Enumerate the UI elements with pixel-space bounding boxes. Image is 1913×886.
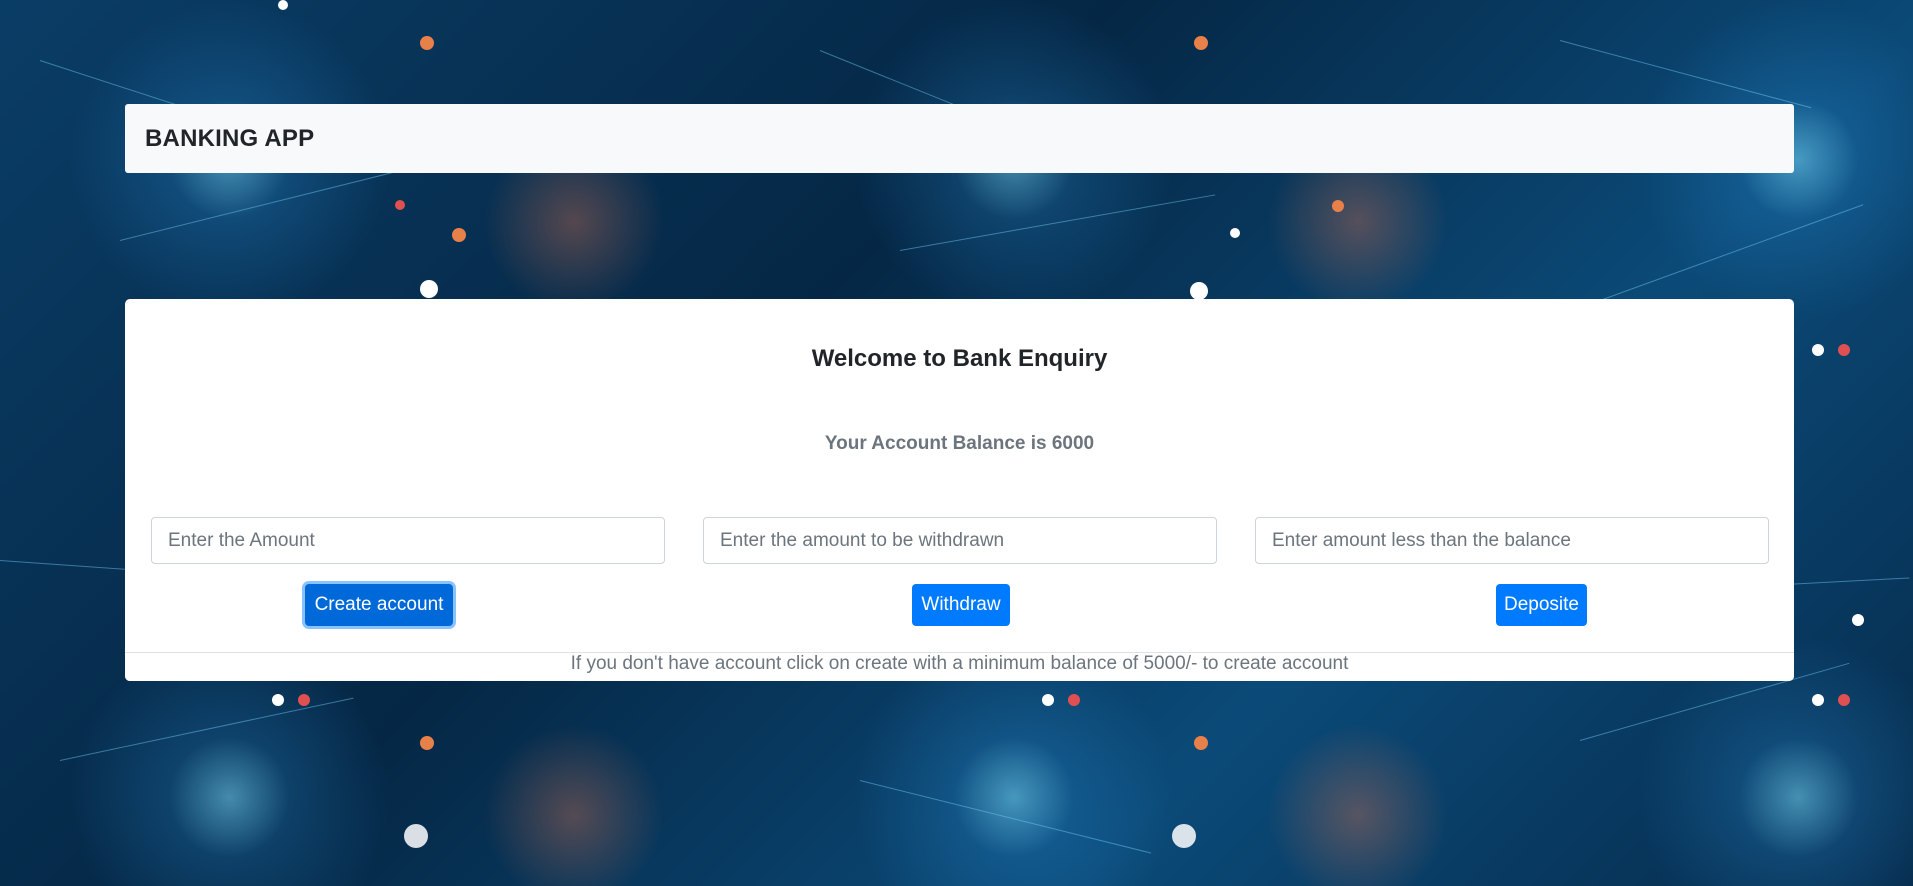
withdraw-button[interactable]: Withdraw: [912, 584, 1010, 626]
navbar-brand[interactable]: BANKING APP: [145, 125, 314, 153]
create-account-button[interactable]: Create account: [305, 584, 453, 626]
card-footer-note: If you don't have account click on creat…: [125, 652, 1794, 681]
deposit-amount-input[interactable]: [1255, 517, 1769, 564]
navbar: BANKING APP: [125, 104, 1794, 173]
deposit-button[interactable]: Deposite: [1496, 584, 1587, 626]
withdraw-amount-input[interactable]: [703, 517, 1217, 564]
bank-enquiry-card: Welcome to Bank Enquiry Your Account Bal…: [125, 299, 1794, 681]
account-balance-text: Your Account Balance is 6000: [824, 433, 1095, 454]
amount-input[interactable]: [151, 517, 665, 564]
page-title: Welcome to Bank Enquiry: [811, 345, 1108, 372]
